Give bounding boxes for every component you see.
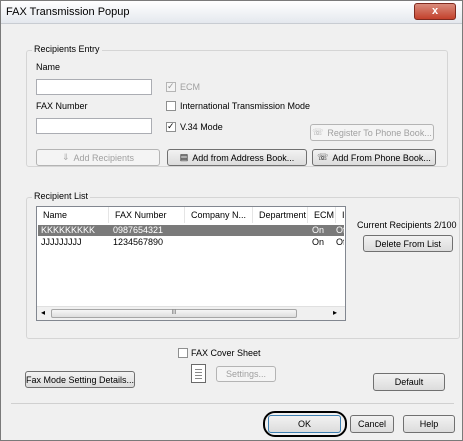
checkmark-icon: ✓ [167,121,175,131]
register-to-phone-book-button[interactable]: ☏ Register To Phone Book... [310,124,434,141]
cell-ecm: On [312,237,325,247]
phone-book-icon: ☏ [312,127,324,137]
ecm-checkbox[interactable]: ✓ [166,81,176,92]
scroll-right-icon[interactable]: ▸ [333,308,337,317]
recipient-list-legend: Recipient List [32,191,91,201]
ecm-label: ECM [180,82,200,92]
intl-mode-label: International Transmission Mode [180,101,311,111]
cancel-button[interactable]: Cancel [350,415,394,433]
fax-cover-sheet-checkbox[interactable] [178,348,188,358]
column-header-fax-number[interactable]: FAX Number [109,207,185,223]
fax-transmission-dialog: FAX Transmission Popup x Recipients Entr… [0,0,463,441]
divider [11,403,454,404]
cell-ecm: On [312,225,325,235]
fax-number-label: FAX Number [36,101,88,111]
title-bar[interactable]: FAX Transmission Popup x [1,1,462,24]
address-book-icon: ▤ [179,152,189,162]
phone-icon: ☏ [317,152,329,162]
close-icon: x [431,5,439,17]
recipient-list-view[interactable]: Name FAX Number Company N... Department … [36,206,346,321]
column-header-company[interactable]: Company N... [185,207,253,223]
intl-mode-checkbox[interactable] [166,101,176,111]
help-button[interactable]: Help [403,415,455,433]
column-header-name[interactable]: Name [37,207,109,223]
cell-name: KKKKKKKKK [41,225,96,235]
column-header-intl[interactable]: I [336,207,345,223]
cell-intl: Of [336,225,344,235]
table-row[interactable]: JJJJJJJJJ 1234567890 On Of [38,237,344,248]
name-label: Name [36,62,61,72]
cover-sheet-document-icon [191,364,206,383]
scroll-left-icon[interactable]: ◂ [41,308,45,317]
fax-mode-setting-details-button[interactable]: Fax Mode Setting Details... [25,371,135,388]
column-header-ecm[interactable]: ECM [308,207,336,223]
table-row[interactable]: KKKKKKKKK 0987654321 On Of [38,225,344,236]
scroll-thumb[interactable]: III [51,309,297,318]
delete-from-list-button[interactable]: Delete From List [363,235,453,252]
add-recipients-button[interactable]: ⇓ Add Recipients [36,149,160,166]
add-from-address-book-button[interactable]: ▤ Add from Address Book... [167,149,307,166]
recipients-entry-legend: Recipients Entry [32,44,102,54]
column-header-department[interactable]: Department [253,207,308,223]
down-arrow-icon: ⇓ [61,152,70,162]
horizontal-scrollbar[interactable]: ◂ III ▸ [37,306,345,320]
name-input[interactable] [36,79,152,95]
default-button[interactable]: Default [373,373,445,391]
v34-mode-label: V.34 Mode [180,122,223,132]
window-title: FAX Transmission Popup [6,6,130,18]
scroll-grip-icon: III [171,310,177,316]
close-button[interactable]: x [414,3,456,20]
checkmark-icon: ✓ [167,81,175,91]
ok-button[interactable]: OK [268,415,341,433]
fax-cover-sheet-label: FAX Cover Sheet [191,348,261,358]
cover-sheet-settings-button[interactable]: Settings... [216,366,276,382]
cell-intl: Of [336,237,344,247]
add-from-phone-book-button[interactable]: ☏ Add From Phone Book... [312,149,436,166]
cell-fax: 0987654321 [113,225,164,235]
cell-name: JJJJJJJJJ [41,237,82,247]
current-recipients-count: Current Recipients 2/100 [357,220,457,230]
v34-mode-checkbox[interactable]: ✓ [166,121,176,132]
fax-number-input[interactable] [36,118,152,134]
cell-fax: 1234567890 [113,237,164,247]
